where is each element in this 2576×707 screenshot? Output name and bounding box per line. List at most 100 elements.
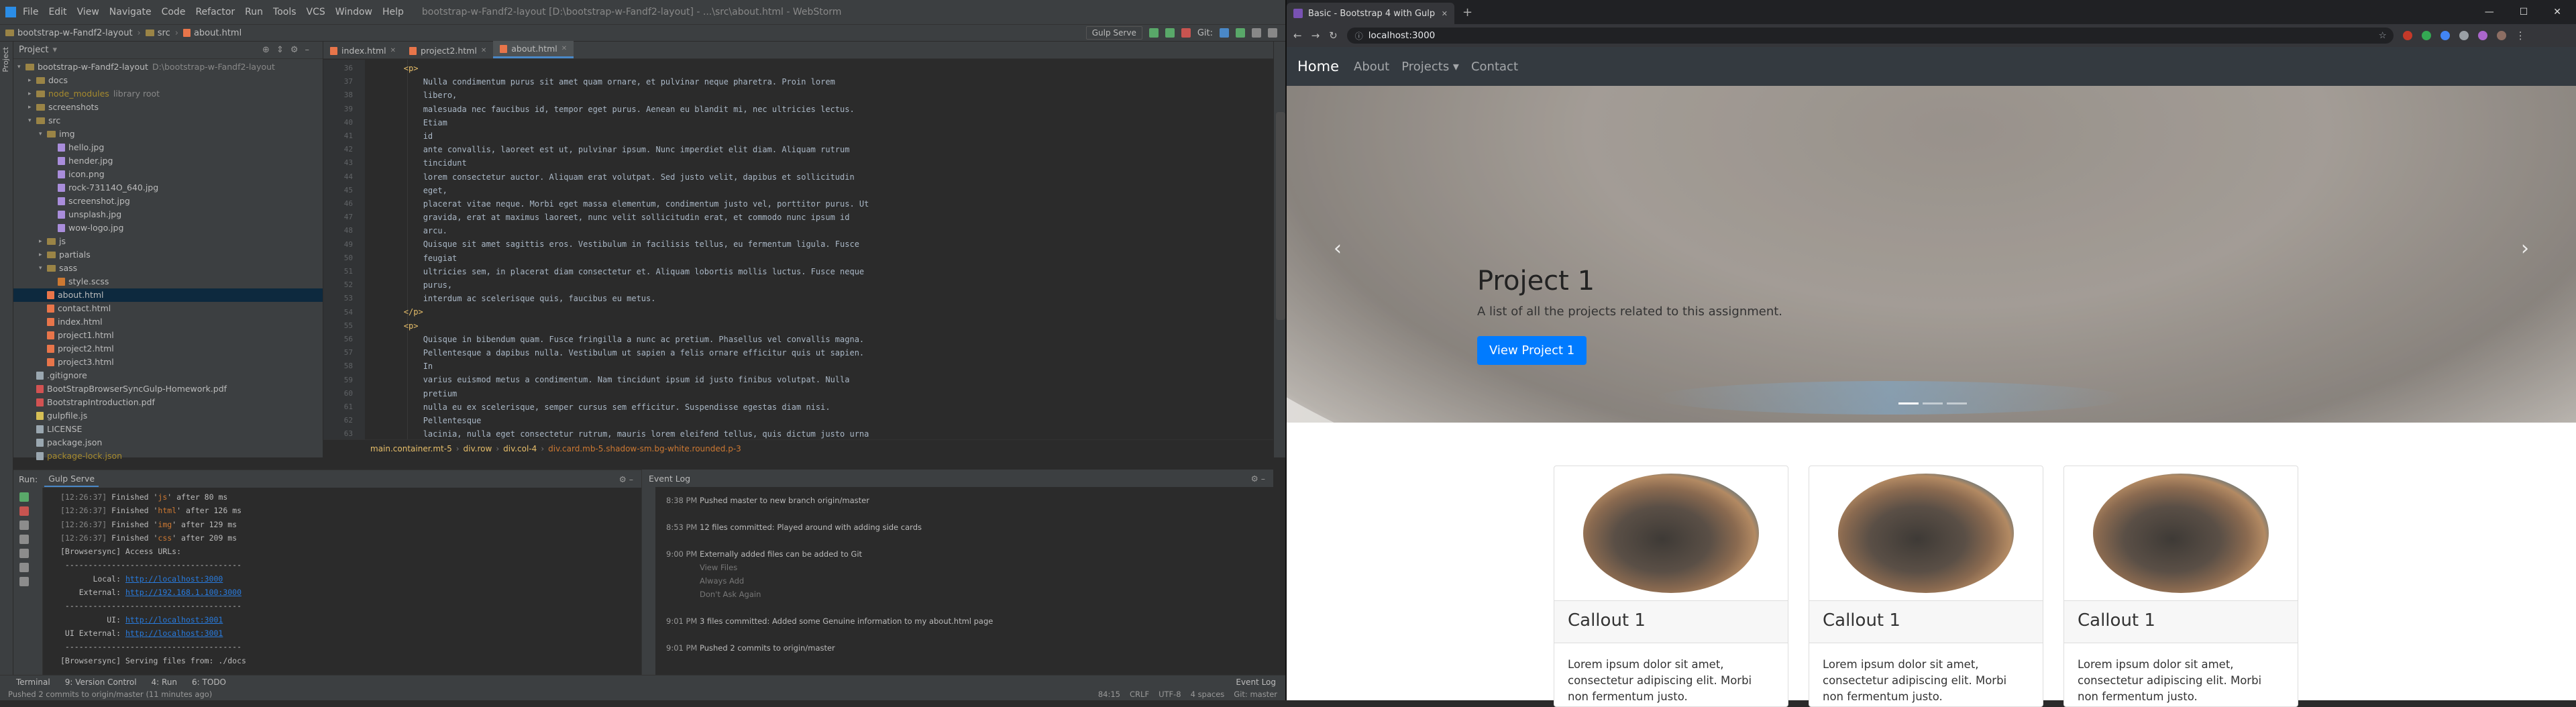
tool-window-tab[interactable]: 4: Run — [152, 677, 178, 687]
html-crumb[interactable]: main.container.mt-5 — [370, 444, 452, 453]
carousel-prev-icon[interactable]: ‹ — [1334, 237, 1342, 260]
pin-icon[interactable] — [19, 521, 29, 530]
menu-item[interactable]: File — [23, 7, 38, 17]
tree-item[interactable]: project3.html — [13, 356, 323, 369]
run-icon[interactable] — [1148, 28, 1159, 38]
tree-item[interactable]: screenshot.jpg — [13, 195, 323, 208]
tool-window-tab[interactable]: 6: TODO — [192, 677, 226, 687]
ui-url-link[interactable]: http://localhost:3001 — [125, 615, 223, 624]
close-icon[interactable]: ✕ — [390, 47, 396, 54]
stop-icon[interactable] — [19, 506, 29, 516]
tree-item[interactable]: package-lock.json — [13, 449, 323, 463]
tree-item[interactable]: ▾ img — [13, 127, 323, 141]
maximize-icon[interactable]: ☐ — [2520, 7, 2528, 17]
tree-item[interactable]: ▸ js — [13, 235, 323, 248]
menu-item[interactable]: Edit — [48, 7, 66, 17]
git-commit-icon[interactable] — [1236, 28, 1245, 38]
menu-item[interactable]: VCS — [307, 7, 325, 17]
tree-item[interactable]: hello.jpg — [13, 141, 323, 154]
git-update-icon[interactable] — [1220, 28, 1229, 38]
view-project-button[interactable]: View Project 1 — [1477, 336, 1587, 365]
html-crumb[interactable]: div.row — [464, 444, 492, 453]
event-log-link[interactable]: Always Add — [666, 574, 993, 588]
nav-about[interactable]: About — [1354, 60, 1389, 74]
stop-icon[interactable] — [1181, 28, 1191, 38]
info-icon[interactable]: ⓘ — [1355, 30, 1363, 42]
crumb-project[interactable]: bootstrap-w-Fandf2-layout — [17, 28, 133, 38]
back-icon[interactable]: ← — [1293, 30, 1302, 42]
print-icon[interactable] — [19, 563, 29, 572]
status-item[interactable]: 84:15 — [1098, 690, 1120, 699]
history-icon[interactable] — [1252, 28, 1261, 38]
nav-contact[interactable]: Contact — [1471, 60, 1518, 74]
crumb-src[interactable]: src — [158, 28, 170, 38]
menu-item[interactable]: Navigate — [109, 7, 152, 17]
tool-window-tab[interactable]: Terminal — [16, 677, 50, 687]
close-window-icon[interactable]: ✕ — [2553, 7, 2561, 17]
carousel-indicator[interactable] — [1898, 402, 1919, 404]
tree-item[interactable]: package.json — [13, 436, 323, 449]
address-bar[interactable]: ⓘ localhost:3000 ☆ — [1346, 28, 2394, 44]
settings-icon[interactable]: ⚙ – — [1251, 474, 1265, 484]
close-icon[interactable]: ✕ — [481, 47, 486, 54]
nav-projects-dropdown[interactable]: Projects ▾ — [1401, 60, 1459, 74]
editor-tab[interactable]: index.html ✕ — [323, 43, 402, 58]
carousel-indicator[interactable] — [1923, 402, 1943, 404]
editor-tab[interactable]: project2.html ✕ — [402, 43, 493, 58]
extension-icon[interactable] — [2477, 31, 2487, 40]
tree-item[interactable]: ▾ sass — [13, 262, 323, 275]
forward-icon[interactable]: → — [1311, 30, 1320, 42]
tree-item[interactable]: BootStrapBrowserSyncGulp-Homework.pdf — [13, 382, 323, 396]
extension-icon[interactable] — [2421, 31, 2431, 40]
profile-avatar[interactable] — [2496, 31, 2506, 40]
menu-item[interactable]: Refactor — [195, 7, 235, 17]
run-config-select[interactable]: Gulp Serve — [1085, 26, 1142, 40]
tree-item[interactable]: LICENSE — [13, 423, 323, 436]
event-log-link[interactable]: View Files — [666, 561, 993, 574]
html-crumb[interactable]: div.card.mb-5.shadow-sm.bg-white.rounded… — [548, 444, 741, 453]
tree-item[interactable]: hender.jpg — [13, 154, 323, 168]
settings-icon[interactable]: ⚙ – — [619, 474, 633, 484]
trash-icon[interactable] — [19, 577, 29, 586]
extension-icon[interactable] — [2459, 31, 2469, 40]
status-message[interactable]: Pushed 2 commits to origin/master (11 mi… — [8, 690, 212, 699]
chevron-down-icon[interactable]: ▾ — [52, 45, 57, 55]
tree-item[interactable]: BootstrapIntroduction.pdf — [13, 396, 323, 409]
carousel-indicator[interactable] — [1947, 402, 1967, 404]
menu-icon[interactable]: ⋮ — [2516, 30, 2526, 42]
tree-item[interactable]: about.html — [13, 288, 323, 302]
event-log-link[interactable]: Don't Ask Again — [666, 588, 993, 601]
project-tool-tab[interactable]: Project — [1, 47, 10, 72]
editor-scrollbar[interactable] — [1276, 112, 1285, 320]
menu-item[interactable]: Run — [245, 7, 263, 17]
status-item[interactable]: CRLF — [1130, 690, 1149, 699]
new-tab-icon[interactable]: + — [1462, 5, 1472, 19]
tree-item[interactable]: icon.png — [13, 168, 323, 181]
tool-window-tab[interactable]: 9: Version Control — [65, 677, 137, 687]
tree-item[interactable]: rock-73114O_640.jpg — [13, 181, 323, 195]
tree-item[interactable]: style.scss — [13, 275, 323, 288]
tree-item[interactable]: contact.html — [13, 302, 323, 315]
local-url-link[interactable]: http://localhost:3000 — [125, 574, 223, 584]
menu-item[interactable]: Window — [335, 7, 372, 17]
minimize-icon[interactable]: — — [2485, 7, 2494, 17]
tree-item[interactable]: .gitignore — [13, 369, 323, 382]
extension-icon[interactable] — [2440, 31, 2450, 40]
browser-tab[interactable]: Basic - Bootstrap 4 with Gulp 4 ✕ — [1287, 3, 1454, 24]
run-console-output[interactable]: [12:26:37] Finished 'js' after 80 ms [12:… — [60, 490, 628, 667]
menu-item[interactable]: Help — [382, 7, 404, 17]
search-icon[interactable] — [1268, 28, 1277, 38]
editor-tab[interactable]: about.html ✕ — [493, 41, 574, 58]
ui-external-url-link[interactable]: http://localhost:3001 — [125, 629, 223, 638]
close-icon[interactable]: ✕ — [561, 45, 567, 52]
status-item[interactable]: UTF-8 — [1159, 690, 1181, 699]
run-tab-gulp-serve[interactable]: Gulp Serve — [44, 472, 99, 487]
menu-item[interactable]: View — [77, 7, 99, 17]
menu-item[interactable]: Code — [162, 7, 186, 17]
tree-item[interactable]: index.html — [13, 315, 323, 329]
tree-item[interactable]: ▸ node_modules library root — [13, 87, 323, 101]
menu-item[interactable]: Tools — [273, 7, 297, 17]
debug-icon[interactable] — [1165, 28, 1175, 38]
tree-item[interactable]: ▾ src — [13, 114, 323, 127]
scroll-end-icon[interactable] — [19, 549, 29, 558]
